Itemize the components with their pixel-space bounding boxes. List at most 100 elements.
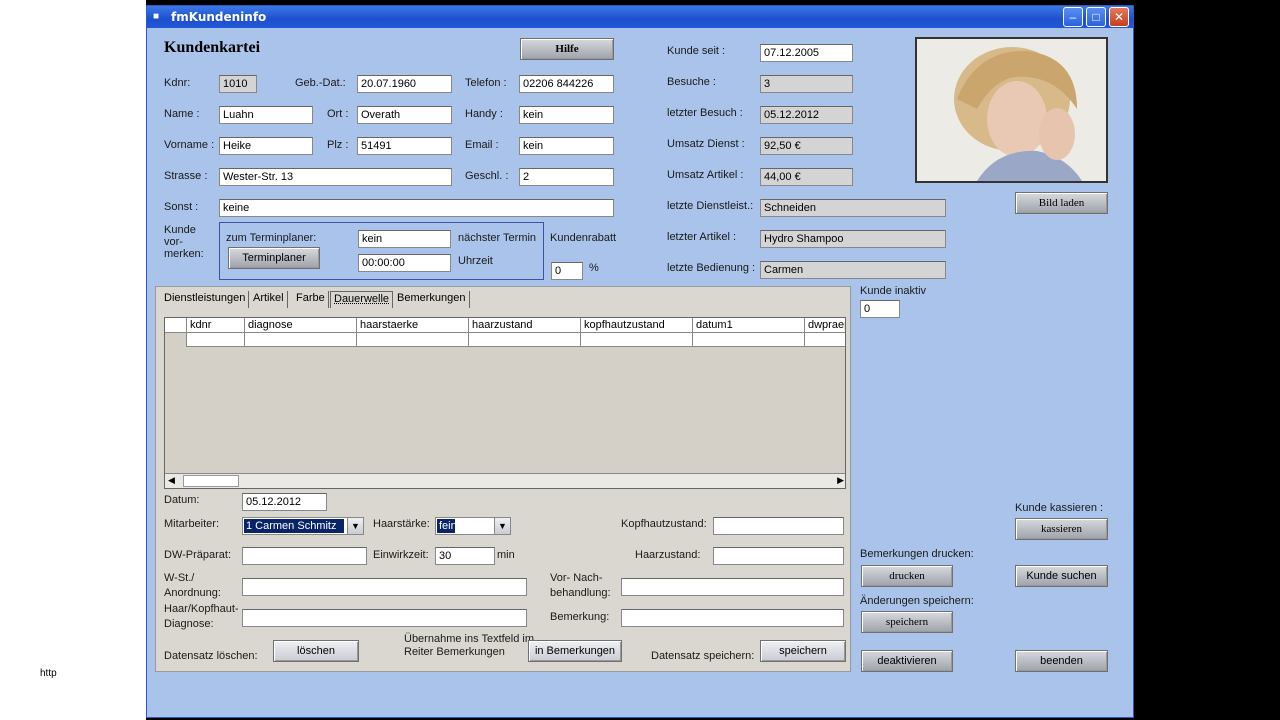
kundenrabatt-field[interactable]: 0 [551, 262, 583, 280]
grid-col-haarstaerke[interactable]: haarstaerke [357, 318, 469, 333]
beenden-button[interactable]: beenden [1015, 650, 1108, 672]
gebdat-field[interactable]: 20.07.1960 [357, 75, 452, 93]
grid-horizontal-scrollbar[interactable]: ◀ ▶ [165, 473, 845, 488]
naechster-termin-field[interactable]: kein [358, 230, 451, 248]
grid-col-kdnr[interactable]: kdnr [187, 318, 245, 333]
grid-cell[interactable] [187, 333, 245, 347]
grid-col-haarzustand[interactable]: haarzustand [469, 318, 581, 333]
tab-farbe[interactable]: Farbe [293, 291, 329, 308]
tab-dauerwelle[interactable]: Dauerwelle [330, 291, 394, 308]
letzte-dienstleistung-field[interactable]: Schneiden [760, 199, 946, 217]
vor-nach-behandlung-field[interactable] [621, 578, 844, 596]
kunde-seit-field[interactable]: 07.12.2005 [760, 44, 853, 62]
vormerken-label-1: Kunde [164, 224, 196, 236]
wst-anordnung-field[interactable] [242, 578, 527, 596]
tab-dienstleistungen[interactable]: Dienstleistungen [161, 291, 250, 308]
telefon-field[interactable]: 02206 844226 [519, 75, 614, 93]
drucken-button[interactable]: drucken [861, 565, 953, 587]
kunde-inaktiv-field[interactable]: 0 [860, 300, 900, 318]
haarstaerke-label: Haarstärke: [373, 518, 430, 530]
strasse-field[interactable]: Wester-Str. 13 [219, 168, 452, 186]
grid-cell[interactable] [245, 333, 357, 347]
letzter-besuch-field[interactable]: 05.12.2012 [760, 106, 853, 124]
plz-label: Plz : [327, 139, 349, 151]
tab-artikel[interactable]: Artikel [250, 291, 288, 308]
besuche-field[interactable]: 3 [760, 75, 853, 93]
grid-col-datum1[interactable]: datum1 [693, 318, 805, 333]
aenderungen-speichern-button[interactable]: speichern [861, 611, 953, 633]
grid-col-diagnose[interactable]: diagnose [245, 318, 357, 333]
grid-new-row[interactable] [165, 333, 845, 347]
uhrzeit-label: Uhrzeit [458, 255, 493, 267]
haar-diagnose-label-2: Diagnose: [164, 618, 214, 630]
datensatz-loeschen-label: Datensatz löschen: [164, 650, 258, 662]
gebdat-label: Geb.-Dat.: [295, 77, 346, 89]
row-selector[interactable] [165, 333, 187, 347]
terminplaner-button[interactable]: Terminplaner [228, 247, 320, 269]
close-button[interactable]: ✕ [1109, 7, 1129, 27]
email-label: Email : [465, 139, 499, 151]
vorname-field[interactable]: Heike [219, 137, 313, 155]
name-field[interactable]: Luahn [219, 106, 313, 124]
kdnr-field[interactable]: 1010 [219, 75, 257, 93]
dw-praeparat-label: DW-Präparat: [164, 549, 232, 561]
geschl-label: Geschl. : [465, 170, 509, 182]
plz-field[interactable]: 51491 [357, 137, 452, 155]
grid-cell[interactable] [581, 333, 693, 347]
dw-praeparat-field[interactable] [242, 547, 367, 565]
datum-field[interactable]: 05.12.2012 [242, 493, 327, 511]
sonst-field[interactable]: keine [219, 199, 614, 217]
kopfhautzustand-field[interactable] [713, 517, 844, 535]
grid-corner [165, 318, 187, 333]
in-bemerkungen-button[interactable]: in Bemerkungen [528, 640, 622, 662]
uebernahme-label-2: Reiter Bemerkungen [404, 646, 505, 658]
chevron-down-icon[interactable]: ▼ [347, 518, 363, 534]
ort-field[interactable]: Overath [357, 106, 452, 124]
umsatz-artikel-field[interactable]: 44,00 € [760, 168, 853, 186]
maximize-button[interactable]: □ [1086, 7, 1106, 27]
loeschen-button[interactable]: löschen [273, 640, 359, 662]
grid-cell[interactable] [805, 333, 845, 347]
haarzustand-label: Haarzustand: [635, 549, 701, 561]
grid-cell[interactable] [469, 333, 581, 347]
scroll-thumb[interactable] [183, 475, 239, 487]
page-title: Kundenkartei [164, 39, 261, 56]
geschl-field[interactable]: 2 [519, 168, 614, 186]
deaktivieren-button[interactable]: deaktivieren [861, 650, 953, 672]
haarstaerke-value: fein [437, 519, 455, 533]
grid-col-kopfhautzustand[interactable]: kopfhautzustand [581, 318, 693, 333]
scroll-left-icon[interactable]: ◀ [168, 475, 175, 486]
haarstaerke-select[interactable]: fein ▼ [435, 517, 511, 535]
haarzustand-field[interactable] [713, 547, 844, 565]
letzte-dienstleistung-label: letzte Dienstleist.: [667, 200, 754, 212]
umsatz-dienst-field[interactable]: 92,50 € [760, 137, 853, 155]
title-bar[interactable]: ■ fmKundeninfo – □ ✕ [147, 6, 1133, 28]
grid-cell[interactable] [357, 333, 469, 347]
kassieren-button[interactable]: kassieren [1015, 518, 1108, 540]
help-button[interactable]: Hilfe [520, 38, 614, 60]
einwirkzeit-field[interactable]: 30 [435, 547, 495, 565]
bild-laden-button[interactable]: Bild laden [1015, 192, 1108, 214]
bemerkung-label: Bemerkung: [550, 611, 610, 623]
email-field[interactable]: kein [519, 137, 614, 155]
kunde-suchen-button[interactable]: Kunde suchen [1015, 565, 1108, 587]
haar-diagnose-field[interactable] [242, 609, 527, 627]
datensatz-speichern-button[interactable]: speichern [760, 640, 846, 662]
uhrzeit-field[interactable]: 00:00:00 [358, 254, 451, 272]
letzte-bedienung-field[interactable]: Carmen [760, 261, 946, 279]
letzter-artikel-field[interactable]: Hydro Shampoo [760, 230, 946, 248]
grid-col-dwpraep[interactable]: dwpraep [805, 318, 845, 333]
scroll-right-icon[interactable]: ▶ [837, 475, 844, 486]
chevron-down-icon[interactable]: ▼ [494, 518, 510, 534]
aenderungen-speichern-label: Änderungen speichern: [860, 595, 974, 607]
minimize-button[interactable]: – [1063, 7, 1083, 27]
handy-field[interactable]: kein [519, 106, 614, 124]
customer-photo [915, 37, 1108, 183]
mitarbeiter-select[interactable]: 1 Carmen Schmitz ▼ [242, 517, 364, 535]
kundenrabatt-label: Kundenrabatt [550, 232, 617, 244]
bemerkung-field[interactable] [621, 609, 844, 627]
dauerwelle-grid[interactable]: kdnr diagnose haarstaerke haarzustand ko… [164, 317, 846, 489]
grid-cell[interactable] [693, 333, 805, 347]
tab-bemerkungen[interactable]: Bemerkungen [394, 291, 470, 308]
vor-nach-label-1: Vor- Nach- [550, 572, 603, 584]
